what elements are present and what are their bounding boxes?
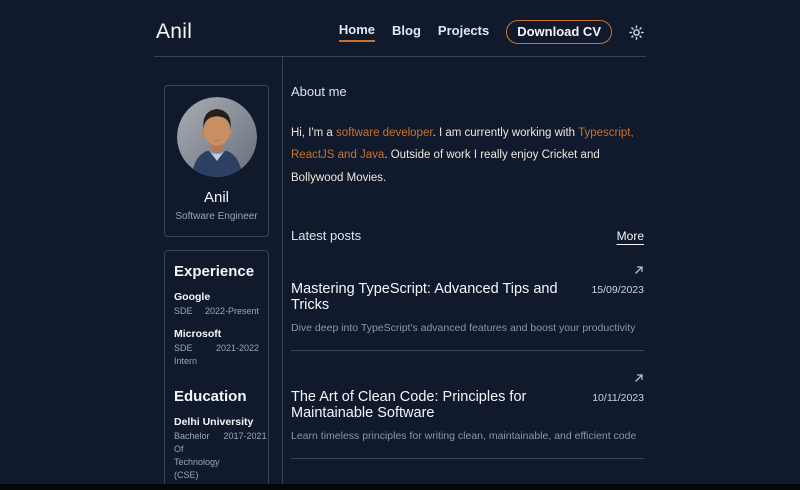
about-text: Hi, I'm a software developer. I am curre… — [291, 122, 643, 189]
nav-item-home[interactable]: Home — [339, 22, 375, 42]
resume-card: Experience Google SDE 2022-Present Micro… — [164, 250, 269, 490]
about-heading: About me — [291, 84, 644, 99]
experience-heading: Experience — [174, 263, 259, 280]
education-heading: Education — [174, 388, 259, 405]
post-date: 15/09/2023 — [591, 284, 644, 296]
theme-toggle-button[interactable] — [629, 25, 644, 40]
site-logo[interactable]: Anil — [156, 20, 192, 44]
latest-posts-section: Latest posts More Mastering TypeScript: … — [291, 228, 644, 459]
avatar — [177, 97, 257, 177]
post-item[interactable]: Mastering TypeScript: Advanced Tips and … — [291, 243, 644, 351]
profile-role: Software Engineer — [171, 211, 262, 222]
main-content: Anil Software Engineer Experience Google… — [154, 57, 646, 490]
experience-item: Microsoft SDE Intern 2021-2022 — [174, 328, 259, 368]
latest-posts-heading: Latest posts — [291, 228, 361, 243]
download-cv-button[interactable]: Download CV — [506, 20, 612, 44]
external-arrow-icon — [634, 373, 644, 383]
content-column: About me Hi, I'm a software developer. I… — [282, 57, 646, 490]
degree: Bachelor Of Technology (CSE) — [174, 430, 220, 482]
sidebar: Anil Software Engineer Experience Google… — [154, 57, 282, 490]
sun-icon — [629, 25, 644, 40]
job-role: SDE — [174, 305, 193, 318]
job-period: 2021-2022 — [216, 342, 259, 368]
viewport-bottom-edge — [0, 484, 800, 490]
external-arrow-icon — [634, 265, 644, 275]
job-period: 2022-Present — [205, 305, 259, 318]
study-period: 2017-2021 — [224, 430, 267, 482]
experience-item: Google SDE 2022-Present — [174, 291, 259, 318]
education-item: Delhi University Bachelor Of Technology … — [174, 416, 259, 482]
profile-card: Anil Software Engineer — [164, 85, 269, 237]
profile-name: Anil — [171, 189, 262, 206]
post-date: 10/11/2023 — [592, 392, 644, 404]
about-text-part: . I am currently working with — [433, 127, 579, 139]
post-item[interactable]: The Art of Clean Code: Principles for Ma… — [291, 351, 644, 459]
post-title[interactable]: The Art of Clean Code: Principles for Ma… — [291, 389, 580, 421]
about-section: About me Hi, I'm a software developer. I… — [291, 84, 644, 189]
about-text-part: Hi, I'm a — [291, 127, 336, 139]
about-highlight: software developer — [336, 127, 433, 139]
company-name: Google — [174, 291, 259, 303]
page-container: Anil Home Blog Projects Download CV — [154, 0, 646, 485]
post-description: Dive deep into TypeScript's advanced fea… — [291, 322, 644, 334]
nav-menu: Home Blog Projects Download CV — [339, 20, 644, 44]
nav-item-blog[interactable]: Blog — [392, 23, 421, 41]
nav-item-projects[interactable]: Projects — [438, 23, 489, 41]
more-link[interactable]: More — [617, 229, 644, 243]
post-description: Learn timeless principles for writing cl… — [291, 430, 644, 442]
navbar: Anil Home Blog Projects Download CV — [154, 0, 646, 57]
job-role: SDE Intern — [174, 342, 212, 368]
post-title[interactable]: Mastering TypeScript: Advanced Tips and … — [291, 281, 579, 313]
company-name: Microsoft — [174, 328, 259, 340]
school-name: Delhi University — [174, 416, 259, 428]
